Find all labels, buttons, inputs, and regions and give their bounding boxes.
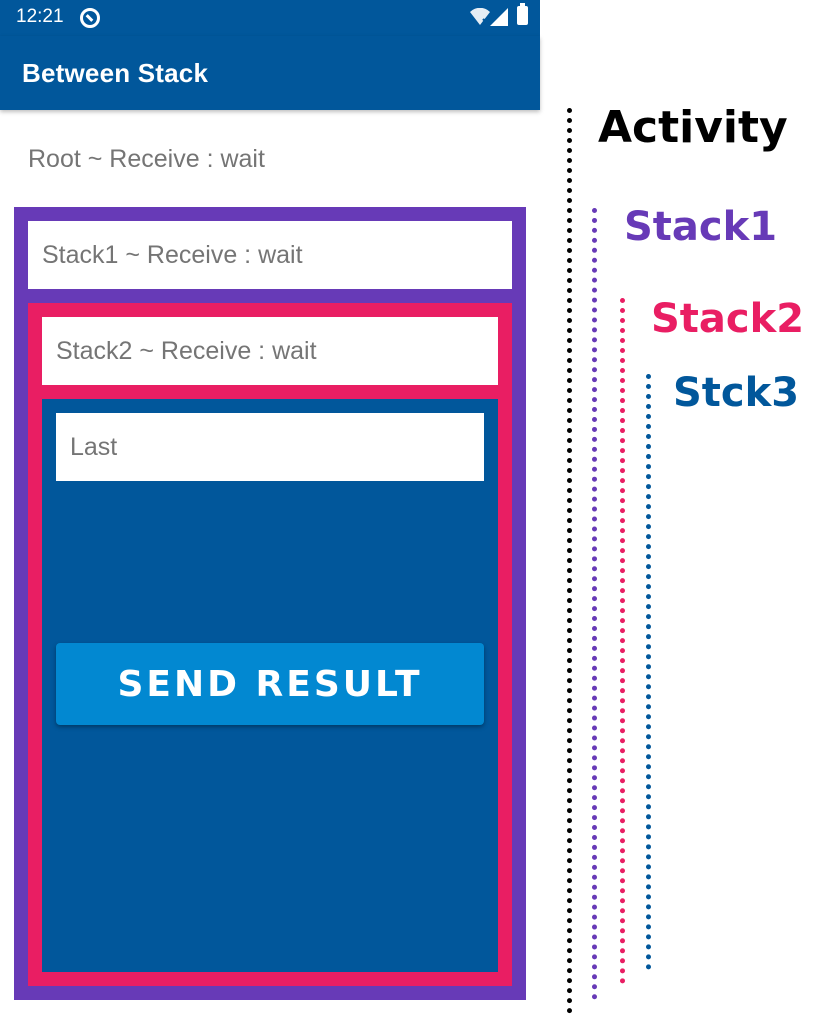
app-notification-icon xyxy=(80,8,100,28)
stack1-status-field: Stack1 ~ Receive : wait xyxy=(28,221,512,289)
stack1-container: Stack1 ~ Receive : wait Stack2 ~ Receive… xyxy=(14,207,526,1000)
stack2-label: Stack2 xyxy=(651,296,805,342)
battery-icon xyxy=(517,3,528,25)
app-bar: Between Stack xyxy=(0,36,540,110)
last-input-value: Last xyxy=(70,433,118,461)
stack1-receive-status: Stack1 ~ Receive : wait xyxy=(42,241,303,269)
root-receive-status: Root ~ Receive : wait xyxy=(28,145,265,173)
status-time: 12:21 xyxy=(16,6,64,27)
stack2-status-field: Stack2 ~ Receive : wait xyxy=(42,317,498,385)
stack2-container: Stack2 ~ Receive : wait Last SEND RESULT xyxy=(28,303,512,986)
stack3-label: Stck3 xyxy=(673,370,800,416)
last-input[interactable]: Last xyxy=(56,413,484,481)
activity-label: Activity xyxy=(598,102,788,153)
wifi-icon xyxy=(470,8,490,25)
activity-scope-line xyxy=(567,108,572,1014)
screen: 12:21 Between Stack Root ~ Receive : wai… xyxy=(0,0,818,1014)
app-title: Between Stack xyxy=(22,58,209,88)
stack1-scope-line xyxy=(592,208,597,1000)
stack2-scope-line xyxy=(620,298,625,984)
stack2-receive-status: Stack2 ~ Receive : wait xyxy=(56,337,317,365)
phone-screen: 12:21 Between Stack Root ~ Receive : wai… xyxy=(0,0,540,1014)
stack1-label: Stack1 xyxy=(624,204,778,250)
status-bar: 12:21 xyxy=(0,0,540,36)
send-result-button[interactable]: SEND RESULT xyxy=(56,643,484,725)
signal-icon xyxy=(490,8,508,26)
stack3-scope-line xyxy=(646,374,651,970)
stack3-container: Last SEND RESULT xyxy=(42,399,498,972)
